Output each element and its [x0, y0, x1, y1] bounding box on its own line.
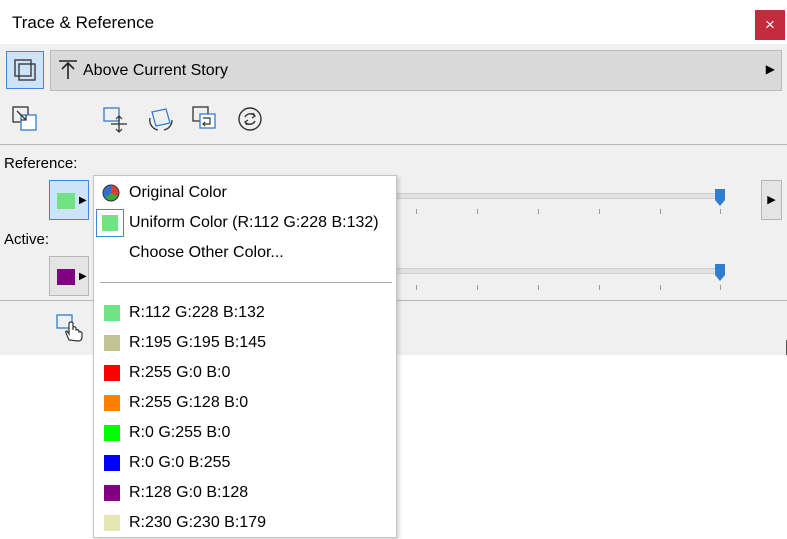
slider-tick: [538, 209, 539, 214]
display-reference-toggle-button[interactable]: [6, 51, 44, 89]
recent-color-item[interactable]: R:0 G:255 B:0: [94, 418, 396, 448]
uniform-color-item[interactable]: Uniform Color (R:112 G:228 B:132): [94, 208, 396, 238]
window-title: Trace & Reference: [12, 13, 155, 32]
fit-reference-button[interactable]: [10, 104, 40, 134]
swap-reference-button[interactable]: [190, 104, 220, 134]
reset-reference-button[interactable]: [236, 104, 266, 134]
slider-tick: [477, 209, 478, 214]
title-bar: Trace & Reference ×: [0, 0, 787, 44]
uniform-color-swatch: [102, 215, 118, 231]
slider-tick: [416, 209, 417, 214]
slider-tick: [660, 285, 661, 290]
active-color-arrow-icon: ▶: [79, 271, 87, 282]
color-popup-menu: Original Color Uniform Color (R:112 G:22…: [93, 175, 397, 538]
toolbar-divider: [0, 144, 787, 145]
reference-color-button[interactable]: ▶: [49, 180, 89, 220]
reference-transparency-slider[interactable]: [396, 193, 724, 199]
color-swatch: [104, 335, 120, 351]
active-color-swatch: [57, 269, 75, 285]
recent-color-item[interactable]: R:195 G:195 B:145: [94, 328, 396, 358]
slider-tick: [720, 285, 721, 290]
fit-reference-icon: [12, 106, 37, 131]
original-color-label: Original Color: [129, 184, 227, 201]
expand-options-button[interactable]: ▶: [761, 180, 782, 220]
recent-color-item[interactable]: R:112 G:228 B:132: [94, 298, 396, 328]
recent-color-item[interactable]: R:255 G:0 B:0: [94, 358, 396, 388]
menu-divider: [100, 282, 392, 283]
color-label: R:255 G:128 B:0: [129, 394, 249, 411]
rotate-reference-icon: [149, 108, 173, 131]
uniform-color-label: Uniform Color (R:112 G:228 B:132): [129, 214, 379, 231]
reset-reference-icon: [238, 107, 262, 131]
recent-color-item[interactable]: R:230 G:230 B:179: [94, 508, 396, 538]
color-swatch: [104, 395, 120, 411]
color-label: R:0 G:0 B:255: [129, 454, 231, 471]
active-color-button[interactable]: ▶: [49, 256, 89, 296]
slider-tick: [660, 209, 661, 214]
reference-layers-icon: [14, 59, 36, 81]
original-color-icon: [102, 184, 120, 202]
active-label: Active:: [4, 231, 50, 248]
slider-tick: [416, 285, 417, 290]
color-label: R:195 G:195 B:145: [129, 334, 266, 351]
choose-other-color-label: Choose Other Color...: [129, 244, 284, 261]
slider-tick: [599, 209, 600, 214]
reference-label: Reference:: [4, 155, 78, 172]
color-swatch: [104, 305, 120, 321]
color-label: R:128 G:0 B:128: [129, 484, 249, 501]
color-label: R:0 G:255 B:0: [129, 424, 231, 441]
active-transparency-slider[interactable]: [396, 268, 724, 274]
slider-tick: [599, 285, 600, 290]
edit-reference-button[interactable]: [56, 313, 86, 343]
hand-edit-icon: [56, 314, 83, 342]
move-reference-icon: [103, 107, 127, 133]
color-label: R:255 G:0 B:0: [129, 364, 231, 381]
slider-tick: [477, 285, 478, 290]
color-swatch: [104, 365, 120, 381]
reference-color-swatch: [57, 193, 75, 209]
color-swatch: [104, 455, 120, 471]
reference-slider-thumb[interactable]: [715, 189, 725, 206]
color-swatch: [104, 515, 120, 531]
color-swatch: [104, 425, 120, 441]
original-color-item[interactable]: Original Color: [94, 178, 396, 208]
move-reference-button[interactable]: [102, 104, 132, 134]
recent-color-item[interactable]: R:128 G:0 B:128: [94, 478, 396, 508]
active-slider-thumb[interactable]: [715, 264, 725, 281]
story-selector-label: Above Current Story: [83, 62, 228, 79]
story-selector-arrow-icon: ▶: [765, 62, 775, 76]
swap-reference-icon: [192, 106, 216, 129]
color-label: R:112 G:228 B:132: [129, 304, 265, 321]
close-button[interactable]: ×: [755, 10, 785, 40]
reference-story-selector[interactable]: Above Current Story ▶: [50, 50, 782, 91]
reference-color-arrow-icon: ▶: [79, 195, 87, 206]
recent-color-item[interactable]: R:255 G:128 B:0: [94, 388, 396, 418]
color-label: R:230 G:230 B:179: [129, 514, 266, 531]
recent-color-item[interactable]: R:0 G:0 B:255: [94, 448, 396, 478]
slider-tick: [720, 209, 721, 214]
arrow-up-to-line-icon: [59, 60, 77, 79]
slider-tick: [538, 285, 539, 290]
rotate-reference-button[interactable]: [146, 104, 176, 134]
choose-other-color-item[interactable]: Choose Other Color...: [94, 238, 396, 268]
color-swatch: [104, 485, 120, 501]
